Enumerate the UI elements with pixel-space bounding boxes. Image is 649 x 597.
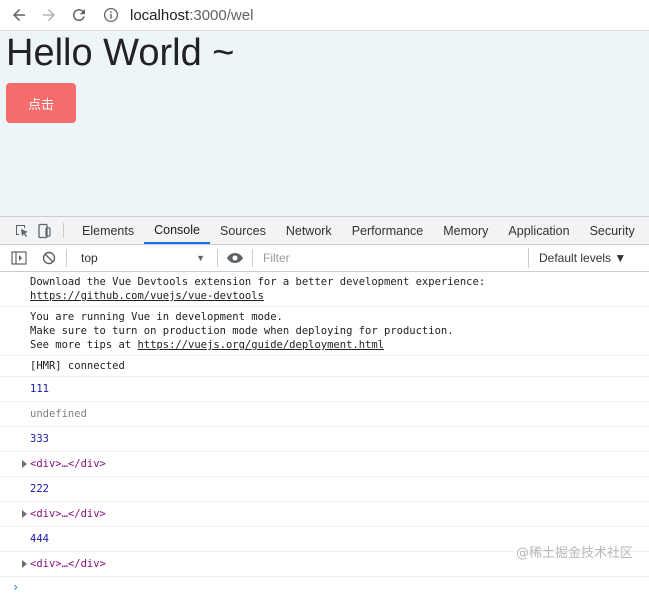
console-log-number: 222	[0, 477, 649, 502]
expand-triangle-icon[interactable]	[22, 560, 27, 568]
element-preview: <div>…</div>	[30, 558, 106, 570]
inspect-element-icon[interactable]	[11, 217, 33, 244]
tab-network[interactable]: Network	[276, 217, 342, 244]
page-viewport: Hello World ~ 点击	[0, 31, 649, 216]
browser-toolbar: localhost:3000/wel	[0, 0, 649, 31]
element-preview: <div>…</div>	[30, 458, 106, 470]
console-log-number: 333	[0, 427, 649, 452]
deployment-link[interactable]: https://vuejs.org/guide/deployment.html	[137, 339, 384, 351]
eye-icon[interactable]	[224, 248, 246, 268]
vue-devtools-link[interactable]: https://github.com/vuejs/vue-devtools	[30, 290, 264, 302]
console-toolbar: top ▼ Filter Default levels ▼	[0, 245, 649, 272]
tab-separator	[63, 223, 64, 238]
devtools-tabbar: Elements Console Sources Network Perform…	[0, 217, 649, 245]
watermark: @稀土掘金技术社区	[516, 542, 633, 561]
tab-sources[interactable]: Sources	[210, 217, 276, 244]
toolbar-separator	[66, 249, 67, 267]
reload-icon	[70, 6, 88, 24]
message-text: Download the Vue Devtools extension for …	[30, 276, 485, 288]
forward-button[interactable]	[38, 4, 60, 26]
toolbar-separator	[217, 249, 218, 267]
console-message: You are running Vue in development mode.…	[0, 307, 649, 356]
sidebar-toggle-icon[interactable]	[8, 248, 30, 268]
tab-elements[interactable]: Elements	[72, 217, 144, 244]
dropdown-arrow-icon: ▼	[196, 253, 205, 263]
log-levels-dropdown[interactable]: Default levels ▼	[539, 251, 626, 265]
address-bar[interactable]: localhost:3000/wel	[102, 6, 253, 24]
message-text: You are running Vue in development mode.	[30, 311, 283, 323]
device-toolbar-icon[interactable]	[33, 217, 55, 244]
console-log-element[interactable]: <div>…</div>	[0, 502, 649, 527]
reload-button[interactable]	[68, 4, 90, 26]
tab-application[interactable]: Application	[498, 217, 579, 244]
filter-input[interactable]: Filter	[259, 248, 529, 268]
devtools-panel: Elements Console Sources Network Perform…	[0, 216, 649, 579]
arrow-left-icon	[10, 6, 28, 24]
page-heading: Hello World ~	[6, 32, 234, 75]
console-prompt[interactable]: ›	[0, 577, 649, 597]
tab-memory[interactable]: Memory	[433, 217, 498, 244]
toolbar-separator	[252, 249, 253, 267]
click-button[interactable]: 点击	[6, 83, 76, 123]
tab-security[interactable]: Security	[580, 217, 645, 244]
context-value: top	[81, 251, 98, 265]
url-path: :3000/wel	[189, 7, 253, 24]
console-log-element[interactable]: <div>…</div>	[0, 452, 649, 477]
clear-console-icon[interactable]	[38, 248, 60, 268]
back-button[interactable]	[8, 4, 30, 26]
message-text: See more tips at	[30, 339, 137, 351]
console-message: [HMR] connected	[0, 356, 649, 377]
info-icon[interactable]	[102, 6, 120, 24]
tab-performance[interactable]: Performance	[342, 217, 434, 244]
expand-triangle-icon[interactable]	[22, 510, 27, 518]
url-text[interactable]: localhost:3000/wel	[130, 7, 253, 24]
expand-triangle-icon[interactable]	[22, 460, 27, 468]
console-message: Download the Vue Devtools extension for …	[0, 272, 649, 307]
message-text: Make sure to turn on production mode whe…	[30, 325, 454, 337]
console-log-number: 111	[0, 377, 649, 402]
url-host: localhost	[130, 7, 189, 24]
console-log-undefined: undefined	[0, 402, 649, 427]
context-selector[interactable]: top ▼	[81, 248, 211, 268]
tab-console[interactable]: Console	[144, 217, 210, 244]
element-preview: <div>…</div>	[30, 508, 106, 520]
arrow-right-icon	[40, 6, 58, 24]
